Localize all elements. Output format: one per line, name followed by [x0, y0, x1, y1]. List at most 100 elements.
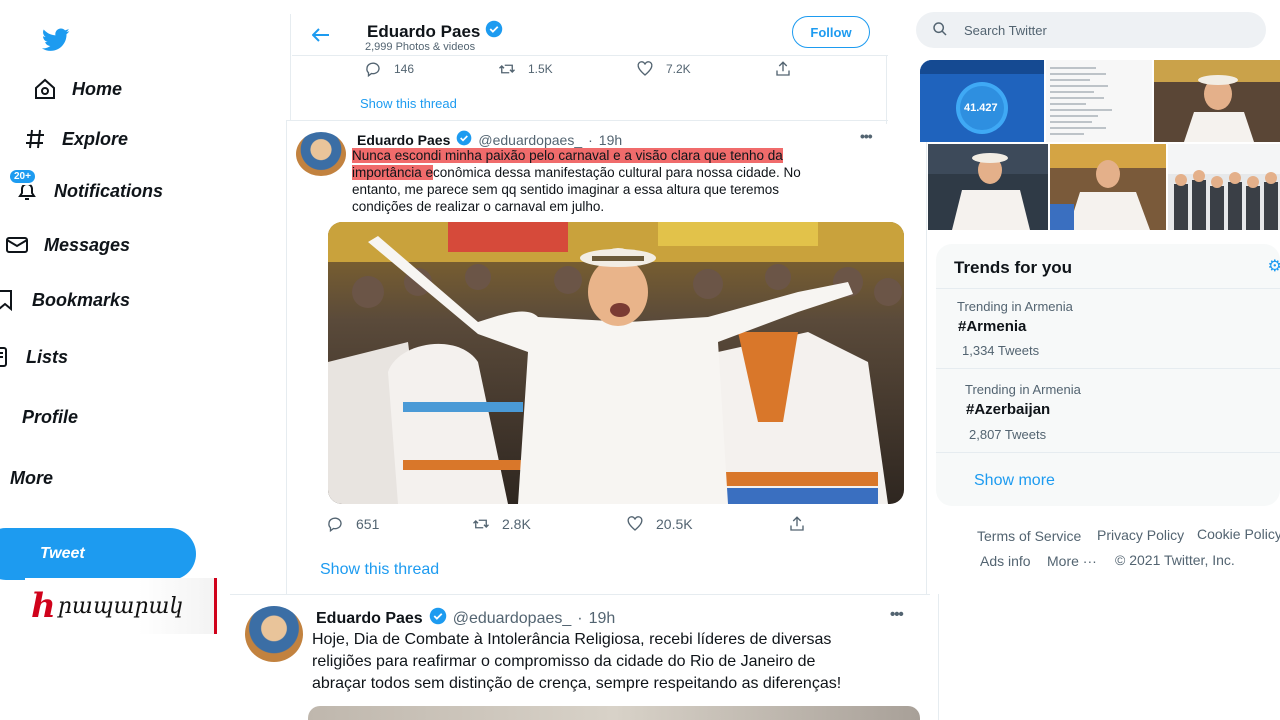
sidebar-nav: Home Explore 20+ Notifications Messages …	[0, 0, 230, 720]
show-more-link[interactable]: Show more	[974, 472, 1055, 490]
avatar[interactable]	[296, 132, 346, 176]
tweet-timestamp[interactable]: 19h	[599, 132, 622, 148]
footer-terms-link[interactable]: Terms of Service	[977, 528, 1081, 544]
trend-context: Trending in Armenia	[965, 382, 1081, 397]
nav-item-label: More	[10, 467, 54, 488]
nav-item-messages[interactable]: Messages	[4, 232, 130, 258]
trend-hashtag: #Azerbaijan	[966, 401, 1051, 418]
footer-copyright: © 2021 Twitter, Inc.	[1115, 552, 1235, 568]
trend-hashtag: #Armenia	[958, 318, 1027, 335]
media-thumbnail[interactable]	[1050, 144, 1166, 230]
hashtag-icon	[22, 126, 48, 152]
tweet-author-name[interactable]: Eduardo Paes	[316, 610, 423, 628]
reply-icon	[366, 62, 380, 78]
more-options-icon[interactable]: •••	[890, 606, 904, 623]
reply-button[interactable]: 146	[364, 60, 498, 78]
nav-item-bookmarks[interactable]: Bookmarks	[0, 287, 130, 313]
search-input[interactable]	[964, 22, 1224, 38]
watermark-text: րապարակ	[57, 593, 184, 619]
separator-dot: ·	[577, 609, 583, 627]
verified-badge-icon	[485, 20, 503, 43]
nav-item-label: Lists	[26, 346, 69, 367]
tweet-text-line: Hoje, Dia de Combate à Intolerância Reli…	[312, 631, 832, 648]
profile-name: Eduardo Paes	[367, 20, 503, 43]
nav-item-profile[interactable]: Profile	[0, 404, 78, 430]
retweet-button[interactable]: 2.8K	[472, 515, 626, 533]
media-thumbnail[interactable]: 41.427	[920, 60, 1044, 142]
profile-media-count: 2,999 Photos & videos	[365, 41, 476, 53]
tweet-divider	[230, 594, 930, 595]
like-count: 7.2K	[666, 62, 691, 76]
media-thumbnail[interactable]	[1046, 60, 1152, 142]
trends-title: Trends for you	[954, 258, 1073, 277]
settings-gear-icon[interactable]: ⚙	[1268, 256, 1280, 276]
tweet-text-line: conômica dessa manifestação cultural par…	[433, 165, 801, 180]
tweet-photo[interactable]	[308, 706, 920, 720]
trends-panel: Trends for you ⚙ Trending in Armenia #Ar…	[936, 244, 1280, 506]
media-thumbnail[interactable]	[1154, 60, 1280, 142]
tweet-button[interactable]: Tweet	[0, 528, 196, 580]
avatar[interactable]	[245, 606, 303, 662]
tweet-timestamp[interactable]: 19h	[589, 610, 616, 628]
nav-item-explore[interactable]: Explore	[22, 126, 128, 152]
follow-button[interactable]: Follow	[792, 16, 870, 48]
show-thread-link[interactable]: Show this thread	[360, 96, 457, 111]
tweet-text-line: abraçar todos sem distinção de crença, s…	[312, 675, 842, 692]
profile-media-grid: 41.427	[920, 60, 1280, 230]
envelope-icon	[4, 232, 30, 258]
search-icon	[932, 21, 948, 40]
divider	[936, 368, 1280, 369]
retweet-count: 1.5K	[528, 62, 553, 76]
back-arrow-icon[interactable]	[311, 28, 330, 47]
media-thumbnail[interactable]	[1168, 144, 1280, 230]
tweet-text-line: religiões para reafirmar o compromisso d…	[312, 653, 816, 670]
heart-icon	[627, 516, 643, 531]
tweet-author-handle[interactable]: @eduardopaes_	[478, 132, 582, 148]
profile-name-text: Eduardo Paes	[367, 21, 481, 41]
highlighted-text: Nunca escondi minha paixão pelo carnaval…	[352, 148, 783, 163]
media-thumbnail[interactable]	[928, 144, 1048, 230]
footer-privacy-link[interactable]: Privacy Policy	[1097, 527, 1184, 543]
home-icon	[32, 76, 58, 102]
tweet-text: Nunca escondi minha paixão pelo carnaval…	[352, 147, 892, 215]
footer-cookie-link[interactable]: Cookie Policy	[1197, 526, 1280, 542]
column-border	[938, 594, 939, 720]
nav-item-label: Notifications	[54, 180, 164, 201]
share-icon	[776, 61, 790, 76]
tweet-author-name[interactable]: Eduardo Paes	[357, 132, 450, 148]
show-thread-link[interactable]: Show this thread	[320, 561, 439, 579]
tweet-text: Hoje, Dia de Combate à Intolerância Reli…	[312, 629, 912, 695]
tweet-text-line: condições de realizar o carnaval em julh…	[352, 199, 605, 214]
heart-icon	[637, 61, 653, 76]
reply-icon	[328, 517, 342, 533]
share-button[interactable]	[774, 60, 792, 78]
share-button[interactable]	[788, 515, 806, 533]
column-border	[290, 14, 291, 120]
divider	[936, 288, 1280, 289]
bell-icon: 20+	[8, 168, 40, 204]
share-icon	[790, 516, 804, 531]
retweet-button[interactable]: 1.5K	[498, 60, 636, 78]
twitter-logo-icon[interactable]	[41, 28, 70, 57]
more-options-icon[interactable]: •••	[860, 128, 873, 144]
nav-item-lists[interactable]: Lists	[0, 344, 68, 370]
trend-context: Trending in Armenia	[957, 299, 1073, 314]
nav-item-notifications[interactable]: 20+ Notifications	[8, 168, 164, 204]
watermark-mark: h	[31, 586, 56, 626]
reply-button[interactable]: 651	[326, 515, 472, 533]
prev-tweet-actions: 146 1.5K 7.2K	[364, 60, 792, 78]
separator-dot: ·	[588, 131, 593, 148]
search-bar[interactable]	[916, 12, 1266, 48]
tweet-header: Eduardo Paes @eduardopaes_ · 19h	[316, 607, 615, 630]
footer-ads-link[interactable]: Ads info	[980, 553, 1031, 569]
like-button[interactable]: 7.2K	[636, 60, 774, 78]
footer-more-link[interactable]: More ···	[1047, 553, 1097, 569]
nav-item-more[interactable]: More	[0, 465, 53, 491]
like-button[interactable]: 20.5K	[626, 515, 788, 533]
nav-item-home[interactable]: Home	[32, 76, 122, 102]
tweet-author-handle[interactable]: @eduardopaes_	[453, 610, 572, 628]
nav-item-label: Bookmarks	[32, 289, 131, 310]
tweet-photo[interactable]	[328, 222, 904, 504]
retweet-count: 2.8K	[502, 516, 531, 532]
nav-item-label: Messages	[44, 234, 131, 255]
